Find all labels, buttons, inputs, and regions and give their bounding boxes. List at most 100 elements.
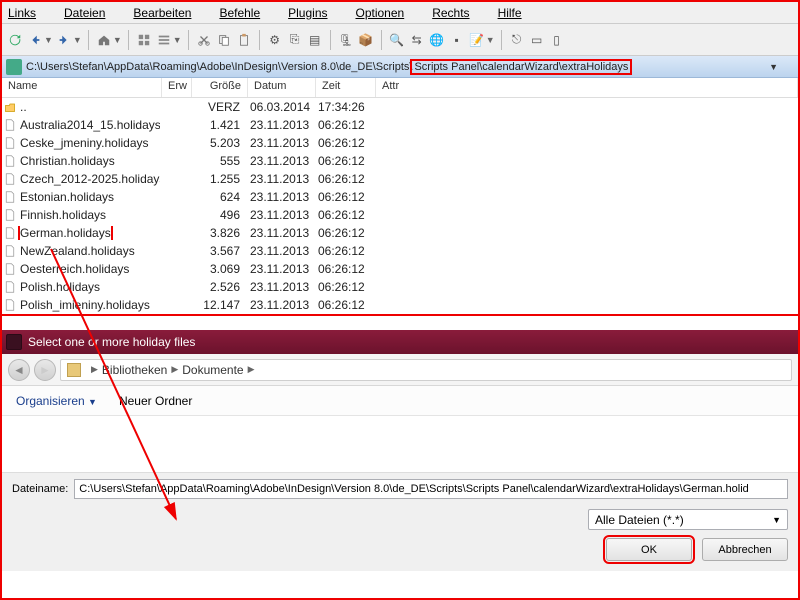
file-row[interactable]: Finnish.holidays49623.11.201306:26:12: [2, 206, 798, 224]
file-size: 12.147: [160, 298, 246, 312]
file-size: 3.567: [160, 244, 246, 258]
tool3-icon[interactable]: ▤: [306, 31, 324, 49]
file-row[interactable]: Czech_2012-2025.holidays1.25523.11.20130…: [2, 170, 798, 188]
file-row[interactable]: Christian.holidays55523.11.201306:26:12: [2, 152, 798, 170]
exit1-icon[interactable]: ⎋: [508, 31, 526, 49]
col-date[interactable]: Datum: [248, 78, 316, 97]
copy-icon[interactable]: [215, 31, 233, 49]
search-icon[interactable]: 🔍: [388, 31, 406, 49]
file-date: 23.11.2013: [246, 190, 314, 204]
home-icon[interactable]: [95, 31, 113, 49]
menu-optionen[interactable]: Optionen: [356, 6, 419, 20]
file-icon: [2, 173, 18, 185]
column-headers: Name Erw Größe Datum Zeit Attr: [2, 78, 798, 98]
file-name: ..: [18, 100, 160, 114]
col-attr[interactable]: Attr: [376, 78, 798, 97]
dialog-footer: Dateiname: Alle Dateien (*.*)▼ OK Abbrec…: [2, 472, 798, 571]
path-dropdown-icon[interactable]: ▼: [749, 62, 798, 72]
file-row[interactable]: Estonian.holidays62423.11.201306:26:12: [2, 188, 798, 206]
organize-button[interactable]: Organisieren ▼: [16, 394, 97, 408]
nav-forward-button[interactable]: ►: [34, 359, 56, 381]
file-icon: [2, 281, 18, 293]
file-date: 23.11.2013: [246, 136, 314, 150]
ok-button[interactable]: OK: [606, 538, 692, 561]
cancel-button[interactable]: Abbrechen: [702, 538, 788, 561]
file-date: 23.11.2013: [246, 208, 314, 222]
file-date: 23.11.2013: [246, 298, 314, 312]
paste-icon[interactable]: [235, 31, 253, 49]
file-date: 23.11.2013: [246, 154, 314, 168]
menu-links[interactable]: Links: [8, 6, 50, 20]
file-icon: [2, 119, 18, 131]
col-ext[interactable]: Erw: [162, 78, 192, 97]
forward-icon[interactable]: [55, 31, 73, 49]
file-size: 1.421: [160, 118, 246, 132]
dialog-nav: ◄ ► ▶ Bibliotheken ▶ Dokumente ▶: [2, 354, 798, 386]
file-size: 5.203: [160, 136, 246, 150]
grid-icon[interactable]: [135, 31, 153, 49]
file-row[interactable]: ..VERZ06.03.201417:34:26: [2, 98, 798, 116]
nav-back-button[interactable]: ◄: [8, 359, 30, 381]
tool-icon[interactable]: ⚙: [266, 31, 284, 49]
dialog-body: [2, 416, 798, 472]
zip-icon[interactable]: 🗜: [337, 31, 355, 49]
file-row[interactable]: Polish.holidays2.52623.11.201306:26:12: [2, 278, 798, 296]
cut-icon[interactable]: [195, 31, 213, 49]
back-icon[interactable]: [26, 31, 44, 49]
menu-plugins[interactable]: Plugins: [288, 6, 341, 20]
file-size: 496: [160, 208, 246, 222]
exit3-icon[interactable]: ▯: [548, 31, 566, 49]
notepad-icon[interactable]: 📝: [468, 31, 486, 49]
file-name: NewZealand.holidays: [18, 244, 160, 258]
file-row[interactable]: German.holidays3.82623.11.201306:26:12: [2, 224, 798, 242]
ftp-icon[interactable]: 🌐: [428, 31, 446, 49]
file-icon: [2, 299, 18, 311]
file-date: 23.11.2013: [246, 244, 314, 258]
menu-bearbeiten[interactable]: Bearbeiten: [133, 6, 205, 20]
menu-dateien[interactable]: Dateien: [64, 6, 119, 20]
col-size[interactable]: Größe: [192, 78, 248, 97]
file-size: VERZ: [160, 100, 246, 114]
file-name: Estonian.holidays: [18, 190, 160, 204]
file-time: 06:26:12: [314, 118, 374, 132]
file-time: 06:26:12: [314, 244, 374, 258]
new-folder-button[interactable]: Neuer Ordner: [119, 394, 192, 408]
crumb-2[interactable]: Dokumente: [182, 363, 243, 377]
file-row[interactable]: Ceske_jmeniny.holidays5.20323.11.201306:…: [2, 134, 798, 152]
crumb-1[interactable]: Bibliotheken: [102, 363, 167, 377]
refresh-icon[interactable]: [6, 31, 24, 49]
file-icon: [2, 191, 18, 203]
filetype-filter[interactable]: Alle Dateien (*.*)▼: [588, 509, 788, 530]
file-row[interactable]: Oesterreich.holidays3.06923.11.201306:26…: [2, 260, 798, 278]
tool2-icon[interactable]: ⎘: [286, 31, 304, 49]
breadcrumb[interactable]: ▶ Bibliotheken ▶ Dokumente ▶: [60, 359, 792, 381]
path-bar[interactable]: C:\Users\Stefan\AppData\Roaming\Adobe\In…: [2, 56, 798, 78]
menu-befehle[interactable]: Befehle: [219, 6, 274, 20]
panel-separator: [2, 314, 798, 330]
sync-icon[interactable]: ⇆: [408, 31, 426, 49]
menu-hilfe[interactable]: Hilfe: [498, 6, 536, 20]
menu-rechts[interactable]: Rechts: [432, 6, 483, 20]
file-time: 06:26:12: [314, 154, 374, 168]
file-size: 624: [160, 190, 246, 204]
file-row[interactable]: Australia2014_15.holidays1.42123.11.2013…: [2, 116, 798, 134]
folder-icon: [67, 363, 81, 377]
view-icon[interactable]: [155, 31, 173, 49]
main-toolbar: ▼ ▼ ▼ ▼ ⚙ ⎘ ▤ 🗜 📦 🔍 ⇆ 🌐 ▪ 📝▼ ⎋ ▭ ▯: [2, 24, 798, 56]
file-time: 06:26:12: [314, 136, 374, 150]
col-name[interactable]: Name: [2, 78, 162, 97]
drive-icon: [6, 59, 22, 75]
unzip-icon[interactable]: 📦: [357, 31, 375, 49]
filename-input[interactable]: [74, 479, 788, 499]
file-row[interactable]: Polish_imieniny.holidays12.14723.11.2013…: [2, 296, 798, 314]
file-date: 23.11.2013: [246, 118, 314, 132]
file-size: 1.255: [160, 172, 246, 186]
terminal-icon[interactable]: ▪: [448, 31, 466, 49]
dialog-titlebar: Select one or more holiday files: [2, 330, 798, 354]
exit2-icon[interactable]: ▭: [528, 31, 546, 49]
file-date: 06.03.2014: [246, 100, 314, 114]
file-date: 23.11.2013: [246, 172, 314, 186]
file-time: 17:34:26: [314, 100, 374, 114]
col-time[interactable]: Zeit: [316, 78, 376, 97]
file-row[interactable]: NewZealand.holidays3.56723.11.201306:26:…: [2, 242, 798, 260]
